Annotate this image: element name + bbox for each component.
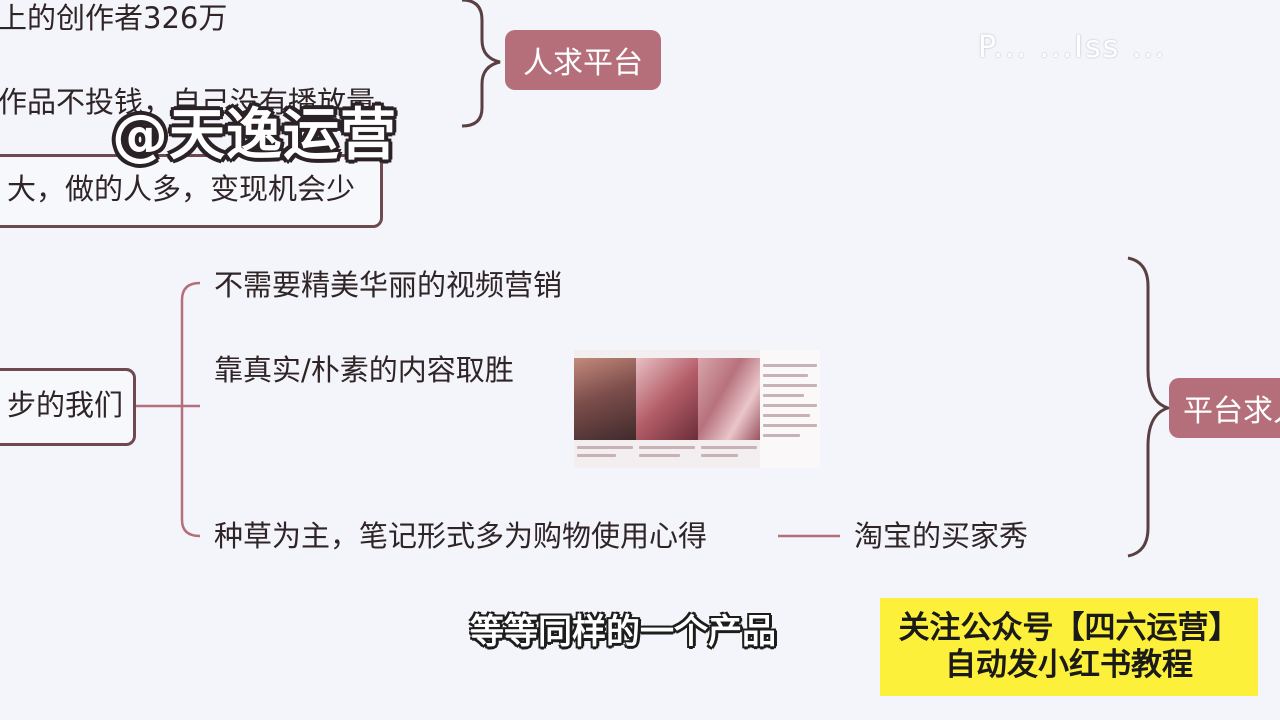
item-seeding-notes: 种草为主，笔记形式多为购物使用心得 bbox=[214, 519, 708, 553]
thumbnail-card-hands bbox=[698, 350, 760, 468]
right-curly-brace bbox=[1127, 256, 1174, 558]
pill-people-seek-platform: 人求平台 bbox=[505, 30, 661, 90]
pill-platform-seeks-people-label: 平台求人 bbox=[1183, 394, 1280, 429]
bottom-root-node: 步的我们 bbox=[0, 368, 136, 446]
promo-line-follow: 关注公众号【四六运营】 bbox=[898, 609, 1240, 646]
item-real-content: 靠真实/朴素的内容取胜 bbox=[214, 353, 514, 387]
top-box-label: 大，做的人多，变现机会少 bbox=[7, 172, 356, 206]
corner-watermark: P... ...Iss ... bbox=[978, 30, 1167, 65]
bottom-root-label: 步的我们 bbox=[7, 388, 124, 422]
promo-line-tutorial: 自动发小红书教程 bbox=[945, 647, 1193, 683]
branch-bracket bbox=[132, 281, 201, 538]
top-line-creators: 上的创作者326万 bbox=[0, 1, 228, 35]
top-curly-brace bbox=[461, 0, 501, 128]
item-no-fancy-video: 不需要精美华丽的视频营销 bbox=[214, 268, 563, 302]
promo-banner: 关注公众号【四六运营】 自动发小红书教程 bbox=[880, 598, 1258, 696]
author-watermark: @天逸运营 bbox=[112, 103, 397, 168]
thumbnail-card-girl bbox=[574, 350, 636, 468]
xiaohongshu-screenshot-thumbnail bbox=[574, 350, 820, 468]
video-subtitle: 等等同样的一个产品 bbox=[470, 612, 776, 652]
item-taobao-buyer-show: 淘宝的买家秀 bbox=[854, 519, 1029, 553]
pill-platform-seeks-people: 平台求人 bbox=[1169, 378, 1280, 438]
thumbnail-card-comments bbox=[760, 350, 820, 468]
thumbnail-card-chopsticks bbox=[636, 350, 698, 468]
